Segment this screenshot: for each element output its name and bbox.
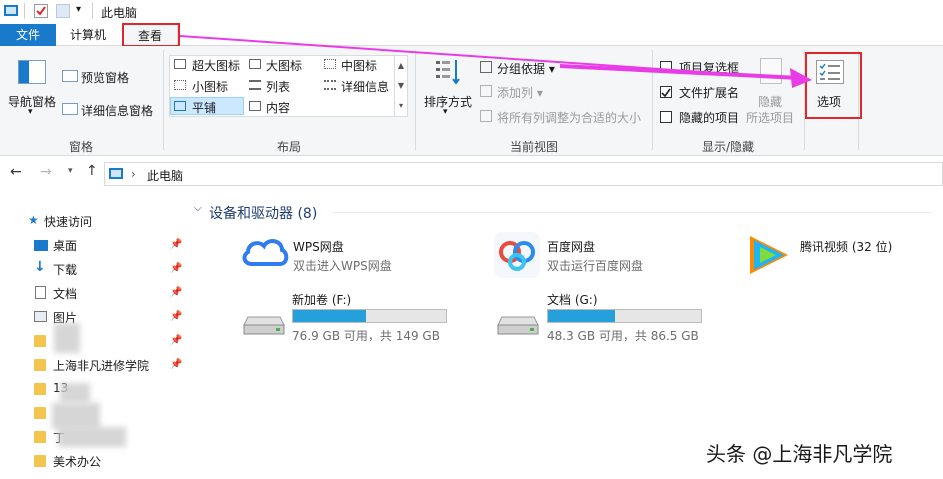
breadcrumb-current[interactable]: 此电脑 <box>147 167 183 184</box>
content-pane: ⌵ 设备和驱动器 (8) WPS网盘 双击进入WPS网盘 百度网盘 双击运行百度… <box>186 190 943 479</box>
drive-usage-bar <box>292 309 447 323</box>
folder-icon <box>34 335 46 347</box>
watermark: 头条 @上海非凡学院 <box>706 442 893 466</box>
group-title[interactable]: 设备和驱动器 (8) <box>209 203 317 223</box>
pin-icon[interactable]: 📌 <box>170 311 182 322</box>
download-icon: ↓ <box>34 259 46 275</box>
pin-icon[interactable]: 📌 <box>170 359 182 370</box>
sidebar-item-downloads[interactable]: 下载 <box>53 261 77 278</box>
folder-icon <box>34 359 46 371</box>
quick-access[interactable]: 快速访问 <box>44 213 92 230</box>
pictures-icon <box>34 311 47 322</box>
sidebar-item-art-office[interactable]: 美术办公 <box>53 453 101 470</box>
blurred-region <box>52 403 100 429</box>
blurred-region <box>58 427 126 447</box>
blurred-region <box>60 383 90 403</box>
address-row: ← → ▾ ↑ › 此电脑 <box>0 160 943 188</box>
pin-icon[interactable]: 📌 <box>170 239 182 250</box>
app-name[interactable]: 百度网盘 <box>547 238 595 255</box>
drive-usage-fill <box>548 310 616 322</box>
drive-icon <box>496 313 540 335</box>
pin-icon[interactable]: 📌 <box>170 335 182 346</box>
divider <box>332 212 932 213</box>
sidebar-item-shanghai[interactable]: 上海非凡进修学院 <box>53 357 149 374</box>
drive-icon <box>242 313 286 335</box>
star-icon: ★ <box>28 213 39 227</box>
wps-cloud-icon <box>240 234 290 272</box>
drive-usage-text: 76.9 GB 可用，共 149 GB <box>292 329 440 343</box>
app-name[interactable]: WPS网盘 <box>293 238 344 255</box>
forward-arrow-icon[interactable]: → <box>40 164 52 180</box>
blurred-region <box>54 323 80 353</box>
drive-usage-bar <box>547 309 702 323</box>
app-description: 双击进入WPS网盘 <box>293 259 392 273</box>
recent-locations-icon[interactable]: ▾ <box>68 166 73 176</box>
drive-name[interactable]: 新加卷 (F:) <box>292 291 351 308</box>
drive-name[interactable]: 文档 (G:) <box>547 291 598 308</box>
drive-usage-text: 48.3 GB 可用，共 86.5 GB <box>547 329 699 343</box>
address-bar[interactable]: › 此电脑 <box>104 162 943 186</box>
back-arrow-icon[interactable]: ← <box>10 164 22 180</box>
computer-icon <box>109 168 123 179</box>
desktop-icon <box>34 240 48 251</box>
sidebar-item-documents[interactable]: 文档 <box>53 285 77 302</box>
navigation-pane: ★ 快速访问 桌面 📌 ↓ 下载 📌 文档 📌 图片 📌 📌 上海非凡进修学院 … <box>0 195 185 479</box>
up-arrow-icon[interactable]: ↑ <box>86 163 98 179</box>
baidu-netdisk-icon <box>494 232 540 278</box>
app-name[interactable]: 腾讯视频 (32 位) <box>800 238 892 255</box>
app-description: 双击运行百度网盘 <box>547 259 644 273</box>
folder-icon <box>34 407 46 419</box>
folder-icon <box>34 383 46 395</box>
breadcrumb-chevron-icon[interactable]: › <box>131 167 136 181</box>
pin-icon[interactable]: 📌 <box>170 287 182 298</box>
document-icon <box>35 286 46 299</box>
collapse-chevron-icon[interactable]: ⌵ <box>194 203 202 214</box>
folder-icon <box>34 455 46 467</box>
sidebar-item-desktop[interactable]: 桌面 <box>53 237 77 254</box>
drive-usage-fill <box>293 310 367 322</box>
folder-icon <box>34 431 46 443</box>
tencent-video-icon <box>746 232 792 278</box>
pin-icon[interactable]: 📌 <box>170 263 182 274</box>
